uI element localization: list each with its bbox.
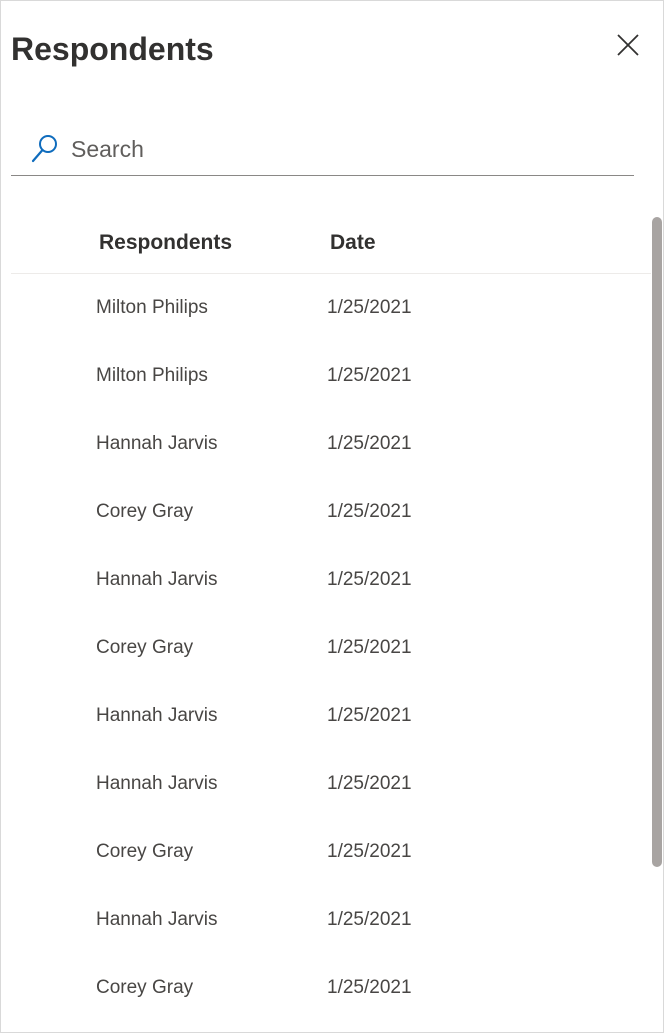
respondent-name: Hannah Jarvis	[96, 569, 218, 590]
table-row[interactable]: Milton Philips 1/25/2021	[11, 343, 651, 411]
respondent-name: Hannah Jarvis	[96, 705, 218, 726]
table-row[interactable]: Hannah Jarvis 1/25/2021	[11, 411, 651, 479]
table-header: Respondents Date	[11, 215, 651, 274]
table-row[interactable]: Hannah Jarvis 1/25/2021	[11, 547, 651, 615]
scrollbar-thumb[interactable]	[652, 217, 662, 867]
respondent-name: Corey Gray	[96, 977, 194, 998]
respondent-name: Milton Philips	[96, 297, 208, 318]
table-row[interactable]: Corey Gray 1/25/2021	[11, 615, 651, 683]
response-date: 1/25/2021	[327, 841, 412, 862]
respondent-name: Hannah Jarvis	[96, 909, 218, 930]
respondent-name: Hannah Jarvis	[96, 773, 218, 794]
response-date: 1/25/2021	[327, 977, 412, 998]
search-box	[11, 129, 634, 176]
table-row[interactable]: Hannah Jarvis 1/25/2021	[11, 887, 651, 955]
vertical-scrollbar[interactable]	[652, 215, 663, 1032]
response-date: 1/25/2021	[327, 773, 412, 794]
response-date: 1/25/2021	[327, 297, 412, 318]
table-row[interactable]: Corey Gray 1/25/2021	[11, 819, 651, 887]
table-row[interactable]: Corey Gray 1/25/2021	[11, 479, 651, 547]
search-input[interactable]	[71, 131, 611, 167]
respondents-panel: Respondents Respondents Date Milton Phil…	[0, 0, 664, 1033]
respondent-name: Milton Philips	[96, 365, 208, 386]
respondent-list: Milton Philips 1/25/2021 Milton Philips …	[11, 275, 651, 1023]
table-row[interactable]: Hannah Jarvis 1/25/2021	[11, 683, 651, 751]
close-icon	[617, 34, 639, 56]
response-date: 1/25/2021	[327, 433, 412, 454]
respondent-name: Hannah Jarvis	[96, 433, 218, 454]
response-date: 1/25/2021	[327, 909, 412, 930]
response-date: 1/25/2021	[327, 569, 412, 590]
table-row[interactable]: Hannah Jarvis 1/25/2021	[11, 751, 651, 819]
panel-title: Respondents	[11, 31, 214, 67]
table-row[interactable]: Milton Philips 1/25/2021	[11, 275, 651, 343]
response-date: 1/25/2021	[327, 705, 412, 726]
respondent-name: Corey Gray	[96, 501, 194, 522]
column-header-respondents[interactable]: Respondents	[99, 231, 232, 255]
respondent-name: Corey Gray	[96, 841, 194, 862]
response-date: 1/25/2021	[327, 637, 412, 658]
respondent-name: Corey Gray	[96, 637, 194, 658]
response-date: 1/25/2021	[327, 365, 412, 386]
search-icon	[31, 135, 57, 163]
column-header-date[interactable]: Date	[330, 231, 376, 255]
close-button[interactable]	[613, 30, 643, 60]
response-date: 1/25/2021	[327, 501, 412, 522]
table-row[interactable]: Corey Gray 1/25/2021	[11, 955, 651, 1023]
